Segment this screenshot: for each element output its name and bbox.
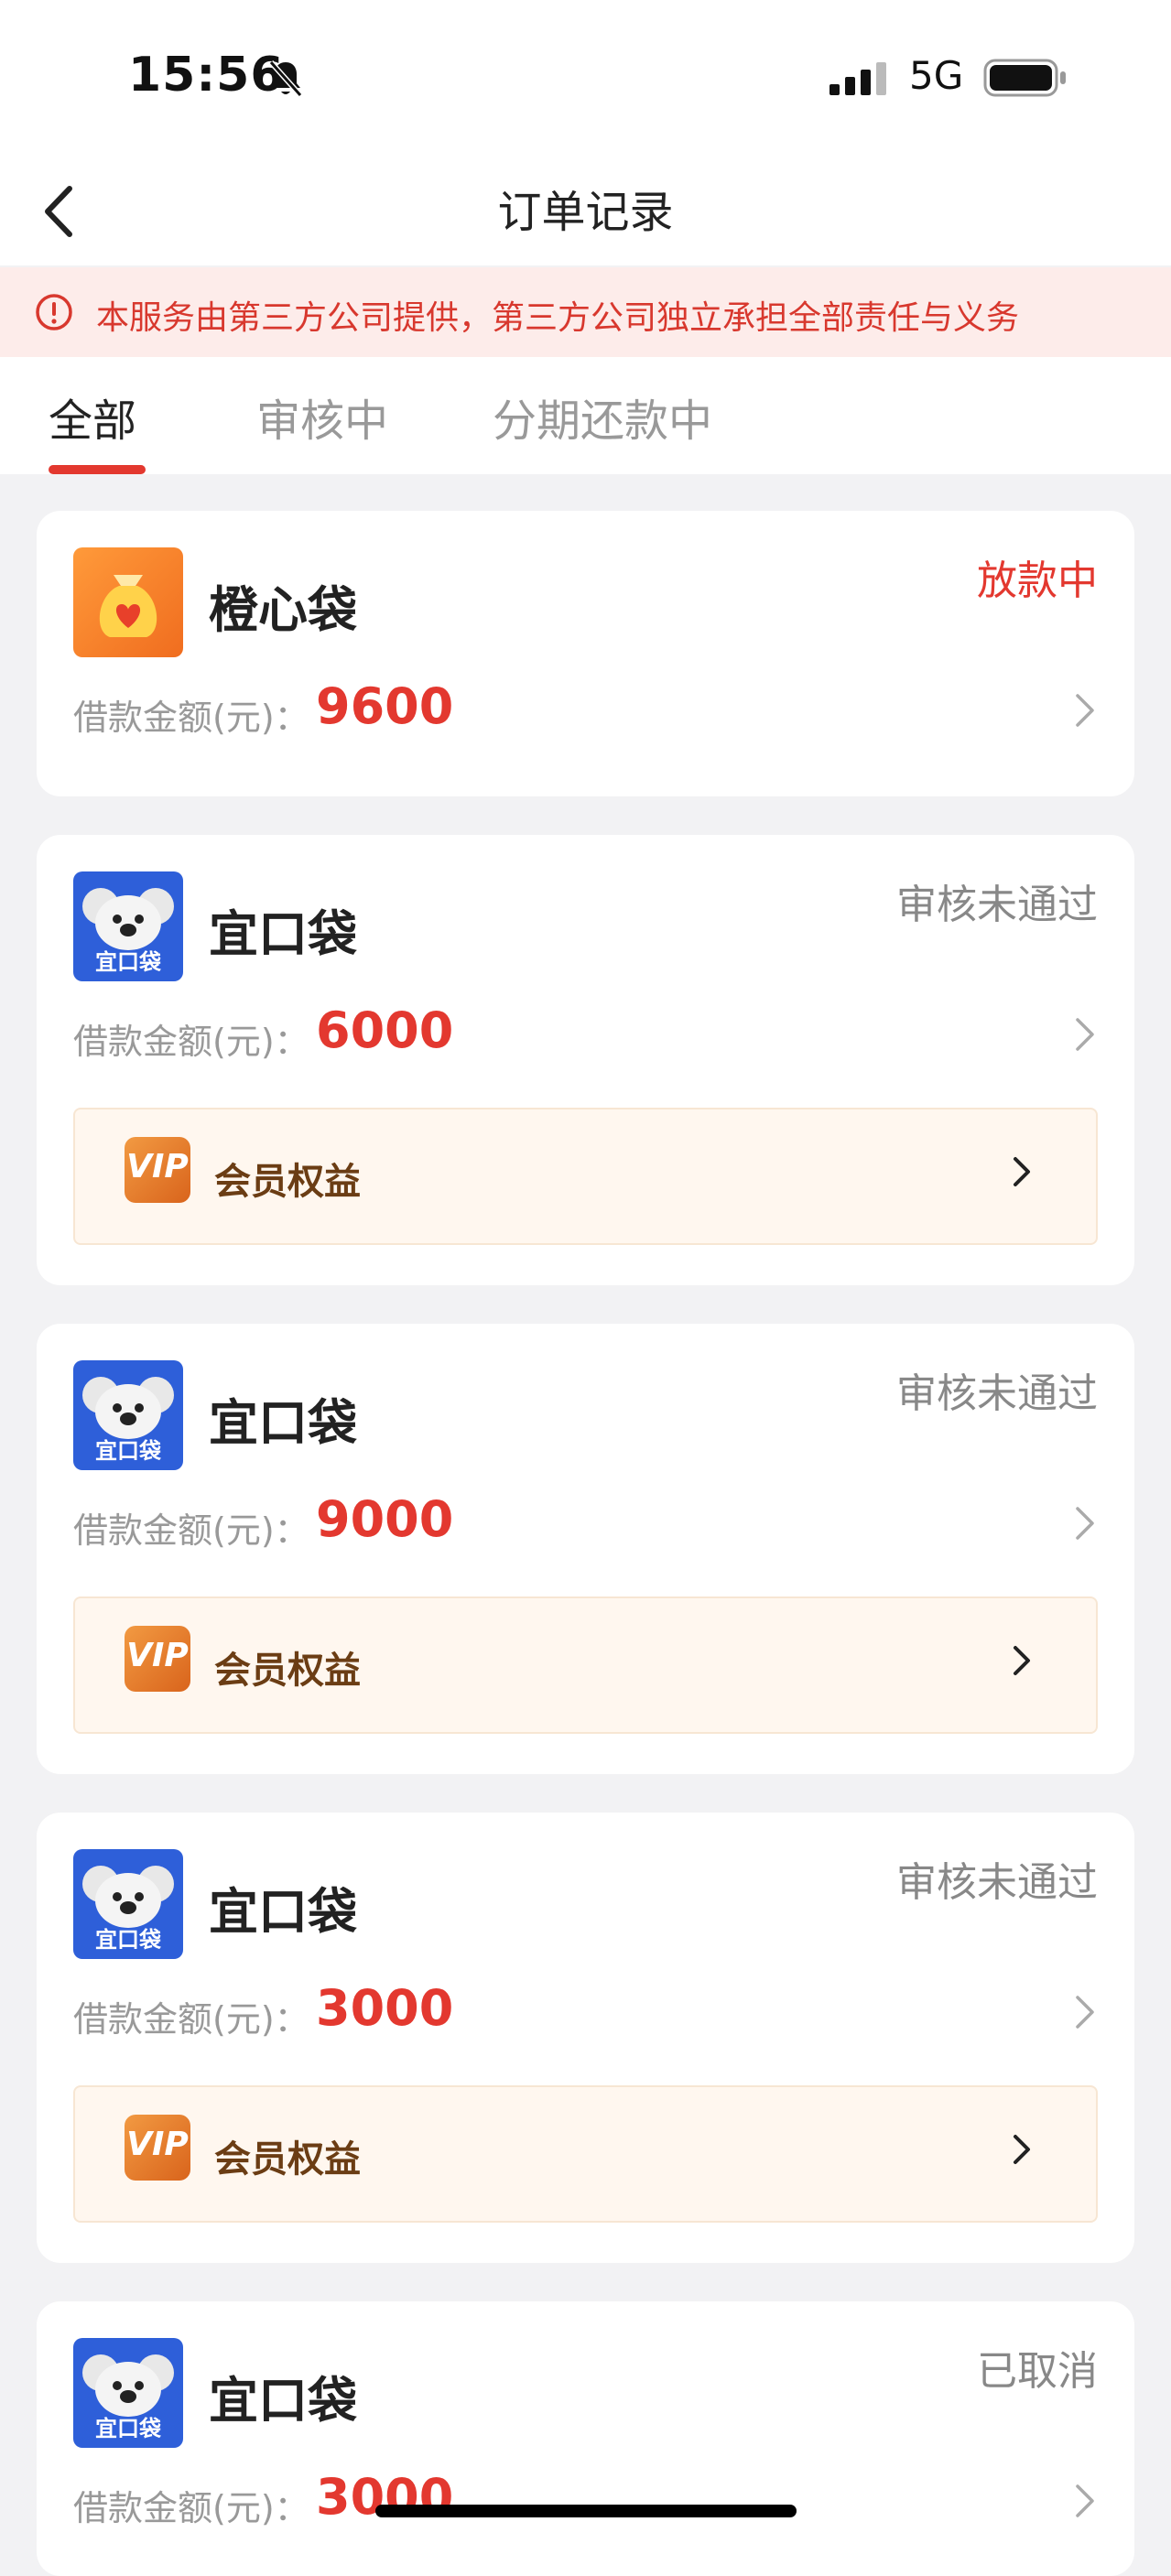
amount-value: 9000 xyxy=(316,1490,454,1548)
status-time: 15:56 xyxy=(128,48,285,103)
order-card[interactable]: 宜口袋 宜口袋 审核未通过 借款金额(元)： 6000 VIP 会员权益 xyxy=(37,835,1134,1285)
vip-icon: VIP xyxy=(125,2115,190,2181)
tab-bar: 全部 审核中 分期还款中 xyxy=(0,357,1171,474)
notice-banner: 本服务由第三方公司提供，第三方公司独立承担全部责任与义务 xyxy=(0,267,1171,357)
page-title: 订单记录 xyxy=(497,187,674,238)
status-bar: 15:56 5G xyxy=(0,0,1171,156)
member-benefits-label: 会员权益 xyxy=(214,1161,361,1203)
alert-circle-icon xyxy=(36,294,72,330)
product-name: 宜口袋 xyxy=(209,1394,357,1452)
product-name: 宜口袋 xyxy=(209,905,357,963)
order-status: 审核未通过 xyxy=(896,1859,1098,1906)
product-name: 橙心袋 xyxy=(209,581,357,639)
bell-muted-icon xyxy=(268,60,303,97)
chevron-right-icon[interactable] xyxy=(1072,1505,1098,1542)
amount-label: 借款金额(元)： xyxy=(73,698,309,738)
order-status: 放款中 xyxy=(977,557,1098,604)
order-card[interactable]: 橙心袋 放款中 借款金额(元)： 9600 xyxy=(37,511,1134,796)
money-bag-heart-icon xyxy=(73,547,183,657)
home-indicator xyxy=(375,2505,797,2517)
tab-installment[interactable]: 分期还款中 xyxy=(493,384,712,449)
tab-all[interactable]: 全部 xyxy=(49,384,136,449)
order-card[interactable]: 宜口袋 宜口袋 审核未通过 借款金额(元)： 9000 VIP 会员权益 xyxy=(37,1324,1134,1774)
product-name: 宜口袋 xyxy=(209,1883,357,1941)
vip-icon: VIP xyxy=(125,1626,190,1692)
product-name: 宜口袋 xyxy=(209,2372,357,2430)
amount-label: 借款金额(元)： xyxy=(73,1022,309,1062)
amount-label: 借款金额(元)： xyxy=(73,1999,309,2040)
member-benefits-bar[interactable]: VIP 会员权益 xyxy=(73,1108,1098,1245)
order-card[interactable]: 宜口袋 宜口袋 审核未通过 借款金额(元)： 3000 VIP 会员权益 xyxy=(37,1813,1134,2263)
member-benefits-label: 会员权益 xyxy=(214,2138,361,2181)
amount-value: 6000 xyxy=(316,1001,454,1059)
chevron-right-icon xyxy=(1014,1646,1030,1675)
logo-text: 宜口袋 xyxy=(95,2416,161,2441)
koala-icon: 宜口袋 xyxy=(73,871,183,981)
chevron-right-icon[interactable] xyxy=(1072,1994,1098,2030)
logo-text: 宜口袋 xyxy=(95,1438,161,1464)
logo-text: 宜口袋 xyxy=(95,949,161,975)
member-benefits-bar[interactable]: VIP 会员权益 xyxy=(73,2085,1098,2223)
vip-icon: VIP xyxy=(125,1137,190,1203)
chevron-right-icon xyxy=(1014,1157,1030,1186)
navigation-bar: 订单记录 xyxy=(0,156,1171,267)
amount-value: 9600 xyxy=(316,677,454,735)
signal-icon xyxy=(829,62,886,95)
top-bar: 15:56 5G 订单记录 xyxy=(0,0,1171,265)
tab-reviewing[interactable]: 审核中 xyxy=(256,384,388,449)
chevron-right-icon[interactable] xyxy=(1072,1016,1098,1053)
order-status: 审核未通过 xyxy=(896,882,1098,928)
chevron-right-icon[interactable] xyxy=(1072,692,1098,729)
koala-icon: 宜口袋 xyxy=(73,1849,183,1959)
notice-text: 本服务由第三方公司提供，第三方公司独立承担全部责任与义务 xyxy=(96,299,1020,337)
order-card[interactable]: 宜口袋 宜口袋 已取消 借款金额(元)： 3000 xyxy=(37,2301,1134,2576)
koala-icon: 宜口袋 xyxy=(73,1360,183,1470)
order-status: 审核未通过 xyxy=(896,1370,1098,1417)
amount-value: 3000 xyxy=(316,1979,454,2037)
network-type: 5G xyxy=(909,53,964,98)
amount-label: 借款金额(元)： xyxy=(73,2488,309,2528)
tab-active-indicator xyxy=(49,465,146,474)
chevron-right-icon xyxy=(1014,2135,1030,2164)
chevron-right-icon[interactable] xyxy=(1072,2483,1098,2519)
battery-icon xyxy=(983,59,1066,97)
koala-icon: 宜口袋 xyxy=(73,2338,183,2448)
member-benefits-bar[interactable]: VIP 会员权益 xyxy=(73,1596,1098,1734)
logo-text: 宜口袋 xyxy=(95,1927,161,1953)
amount-label: 借款金额(元)： xyxy=(73,1510,309,1551)
member-benefits-label: 会员权益 xyxy=(214,1650,361,1692)
order-status: 已取消 xyxy=(977,2348,1098,2395)
